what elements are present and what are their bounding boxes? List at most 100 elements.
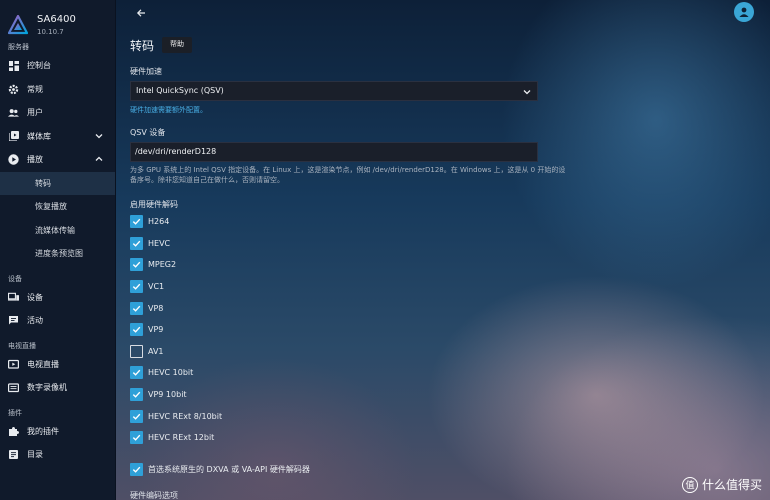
sidebar-item-my-plugins[interactable]: 我的插件 (0, 420, 115, 444)
codec-row[interactable]: AV1 (130, 341, 760, 363)
sidebar-subitem-trickplay[interactable]: 进度条预览图 (0, 242, 115, 266)
user-avatar-button[interactable] (734, 2, 754, 22)
codec-row[interactable]: HEVC (130, 233, 760, 255)
codec-row[interactable]: VP9 (130, 319, 760, 341)
hw-encode-heading: 硬件编码选项 (130, 491, 178, 500)
play-circle-icon (8, 154, 19, 165)
sidebar-item-label: 活动 (27, 316, 43, 326)
dvr-icon (8, 382, 19, 393)
devices-icon (8, 292, 19, 303)
jellyfin-logo-icon (8, 14, 28, 34)
sidebar: SA6400 10.10.7 服务器 控制台 常规 用户 媒体库 播放 转码 恢… (0, 0, 116, 500)
puzzle-icon (8, 426, 19, 437)
sidebar-item-label: 媒体库 (27, 131, 51, 141)
hw-accel-config-link[interactable]: 硬件加速需要额外配置。 (130, 105, 760, 115)
checkbox[interactable] (130, 431, 143, 445)
sidebar-item-label: 常规 (27, 84, 43, 94)
checkbox[interactable] (130, 215, 143, 229)
codec-row[interactable]: HEVC RExt 12bit (130, 427, 760, 449)
sidebar-item-general[interactable]: 常规 (0, 78, 115, 102)
prefer-native-decoder-row[interactable]: 首选系统原生的 DXVA 或 VA-API 硬件解码器 (130, 459, 760, 481)
checkbox[interactable] (130, 258, 143, 272)
checkbox[interactable] (130, 462, 143, 476)
codec-label: VC1 (148, 282, 165, 292)
section-label-livetv: 电视直播 (8, 341, 36, 350)
sidebar-item-users[interactable]: 用户 (0, 101, 115, 125)
qsv-device-input[interactable]: /dev/dri/renderD128 (130, 142, 538, 162)
back-arrow-icon (136, 9, 145, 17)
checkbox[interactable] (130, 236, 143, 250)
library-icon (8, 131, 19, 142)
codec-label: HEVC (148, 238, 171, 248)
sidebar-item-label: 数字录像机 (27, 383, 67, 393)
users-icon (8, 107, 19, 118)
help-button[interactable]: 帮助 (162, 37, 193, 53)
server-version: 10.10.7 (37, 27, 64, 36)
section-label-plugins: 插件 (8, 408, 22, 417)
codec-label: HEVC RExt 12bit (148, 433, 215, 443)
codec-label: HEVC 10bit (148, 368, 194, 378)
codec-label: VP9 10bit (148, 390, 187, 400)
codec-row[interactable]: VP8 (130, 297, 760, 319)
watermark-text: 什么值得买 (701, 478, 762, 492)
sidebar-item-label: 电视直播 (27, 359, 59, 369)
transcoding-form: 转码 帮助 硬件加速 Intel QuickSync (QSV) 硬件加速需要额… (130, 36, 760, 500)
dashboard-icon (8, 60, 19, 71)
hw-decode-heading: 启用硬件解码 (130, 200, 178, 209)
codec-label: VP9 (148, 325, 164, 335)
sidebar-item-label: 播放 (27, 155, 43, 165)
tv-icon (8, 359, 19, 370)
sidebar-item-label: 控制台 (27, 61, 51, 71)
checkbox[interactable] (130, 366, 143, 380)
sidebar-item-dvr[interactable]: 数字录像机 (0, 376, 115, 400)
hw-accel-select[interactable]: Intel QuickSync (QSV) (130, 81, 538, 101)
back-button[interactable] (134, 6, 148, 20)
codec-row[interactable]: H264 (130, 211, 760, 233)
page-title: 转码 (130, 38, 155, 53)
checkbox[interactable] (130, 388, 143, 402)
codec-row[interactable]: MPEG2 (130, 254, 760, 276)
codec-label: HEVC RExt 8/10bit (148, 411, 223, 421)
checkbox[interactable] (130, 301, 143, 315)
prefer-native-decoder-label: 首选系统原生的 DXVA 或 VA-API 硬件解码器 (148, 464, 310, 474)
sidebar-item-label: 目录 (27, 450, 43, 460)
checkbox[interactable] (130, 344, 143, 358)
checkbox[interactable] (130, 409, 143, 423)
sidebar-item-activity[interactable]: 活动 (0, 309, 115, 333)
sidebar-subitem-streaming[interactable]: 流媒体传输 (0, 219, 115, 243)
sidebar-item-playback[interactable]: 播放 (0, 148, 115, 172)
codec-row[interactable]: VC1 (130, 276, 760, 298)
brand[interactable]: SA6400 10.10.7 (0, 0, 115, 40)
server-name: SA6400 (37, 13, 76, 25)
codec-label: AV1 (148, 346, 164, 356)
checkbox[interactable] (130, 280, 143, 294)
section-label-server: 服务器 (8, 43, 29, 51)
hw-accel-selected-value: Intel QuickSync (QSV) (136, 86, 224, 95)
checkbox[interactable] (130, 323, 143, 337)
codec-label: MPEG2 (148, 260, 177, 270)
section-label-devices: 设备 (8, 274, 22, 283)
chevron-down-icon (95, 133, 103, 138)
gear-icon (8, 84, 19, 95)
activity-icon (8, 315, 19, 326)
sidebar-item-devices[interactable]: 设备 (0, 286, 115, 310)
watermark: 值 什么值得买 (681, 476, 762, 493)
codec-row[interactable]: VP9 10bit (130, 384, 760, 406)
codec-row[interactable]: HEVC RExt 8/10bit (130, 405, 760, 427)
codec-label: VP8 (148, 303, 164, 313)
sidebar-subitem-resume[interactable]: 恢复播放 (0, 195, 115, 219)
sidebar-subitem-transcoding[interactable]: 转码 (0, 171, 115, 195)
sidebar-item-dashboard[interactable]: 控制台 (0, 54, 115, 78)
codec-row[interactable]: HEVC 10bit (130, 362, 760, 384)
hw-decode-checklist: H264 HEVC MPEG2 VC1 VP8 VP9 AV1 HEVC 10b… (130, 211, 760, 480)
main-content: 转码 帮助 硬件加速 Intel QuickSync (QSV) 硬件加速需要额… (116, 0, 770, 500)
qsv-device-help: 为多 GPU 系统上的 Intel QSV 指定设备。在 Linux 上，这是渲… (130, 166, 566, 184)
sidebar-item-label: 设备 (27, 292, 43, 302)
sidebar-item-catalog[interactable]: 目录 (0, 443, 115, 467)
sidebar-item-livetv[interactable]: 电视直播 (0, 353, 115, 377)
sidebar-item-libraries[interactable]: 媒体库 (0, 125, 115, 149)
chevron-up-icon (95, 156, 103, 161)
sidebar-item-label: 用户 (27, 108, 43, 118)
chevron-down-icon (523, 90, 531, 95)
codec-label: H264 (148, 217, 170, 227)
